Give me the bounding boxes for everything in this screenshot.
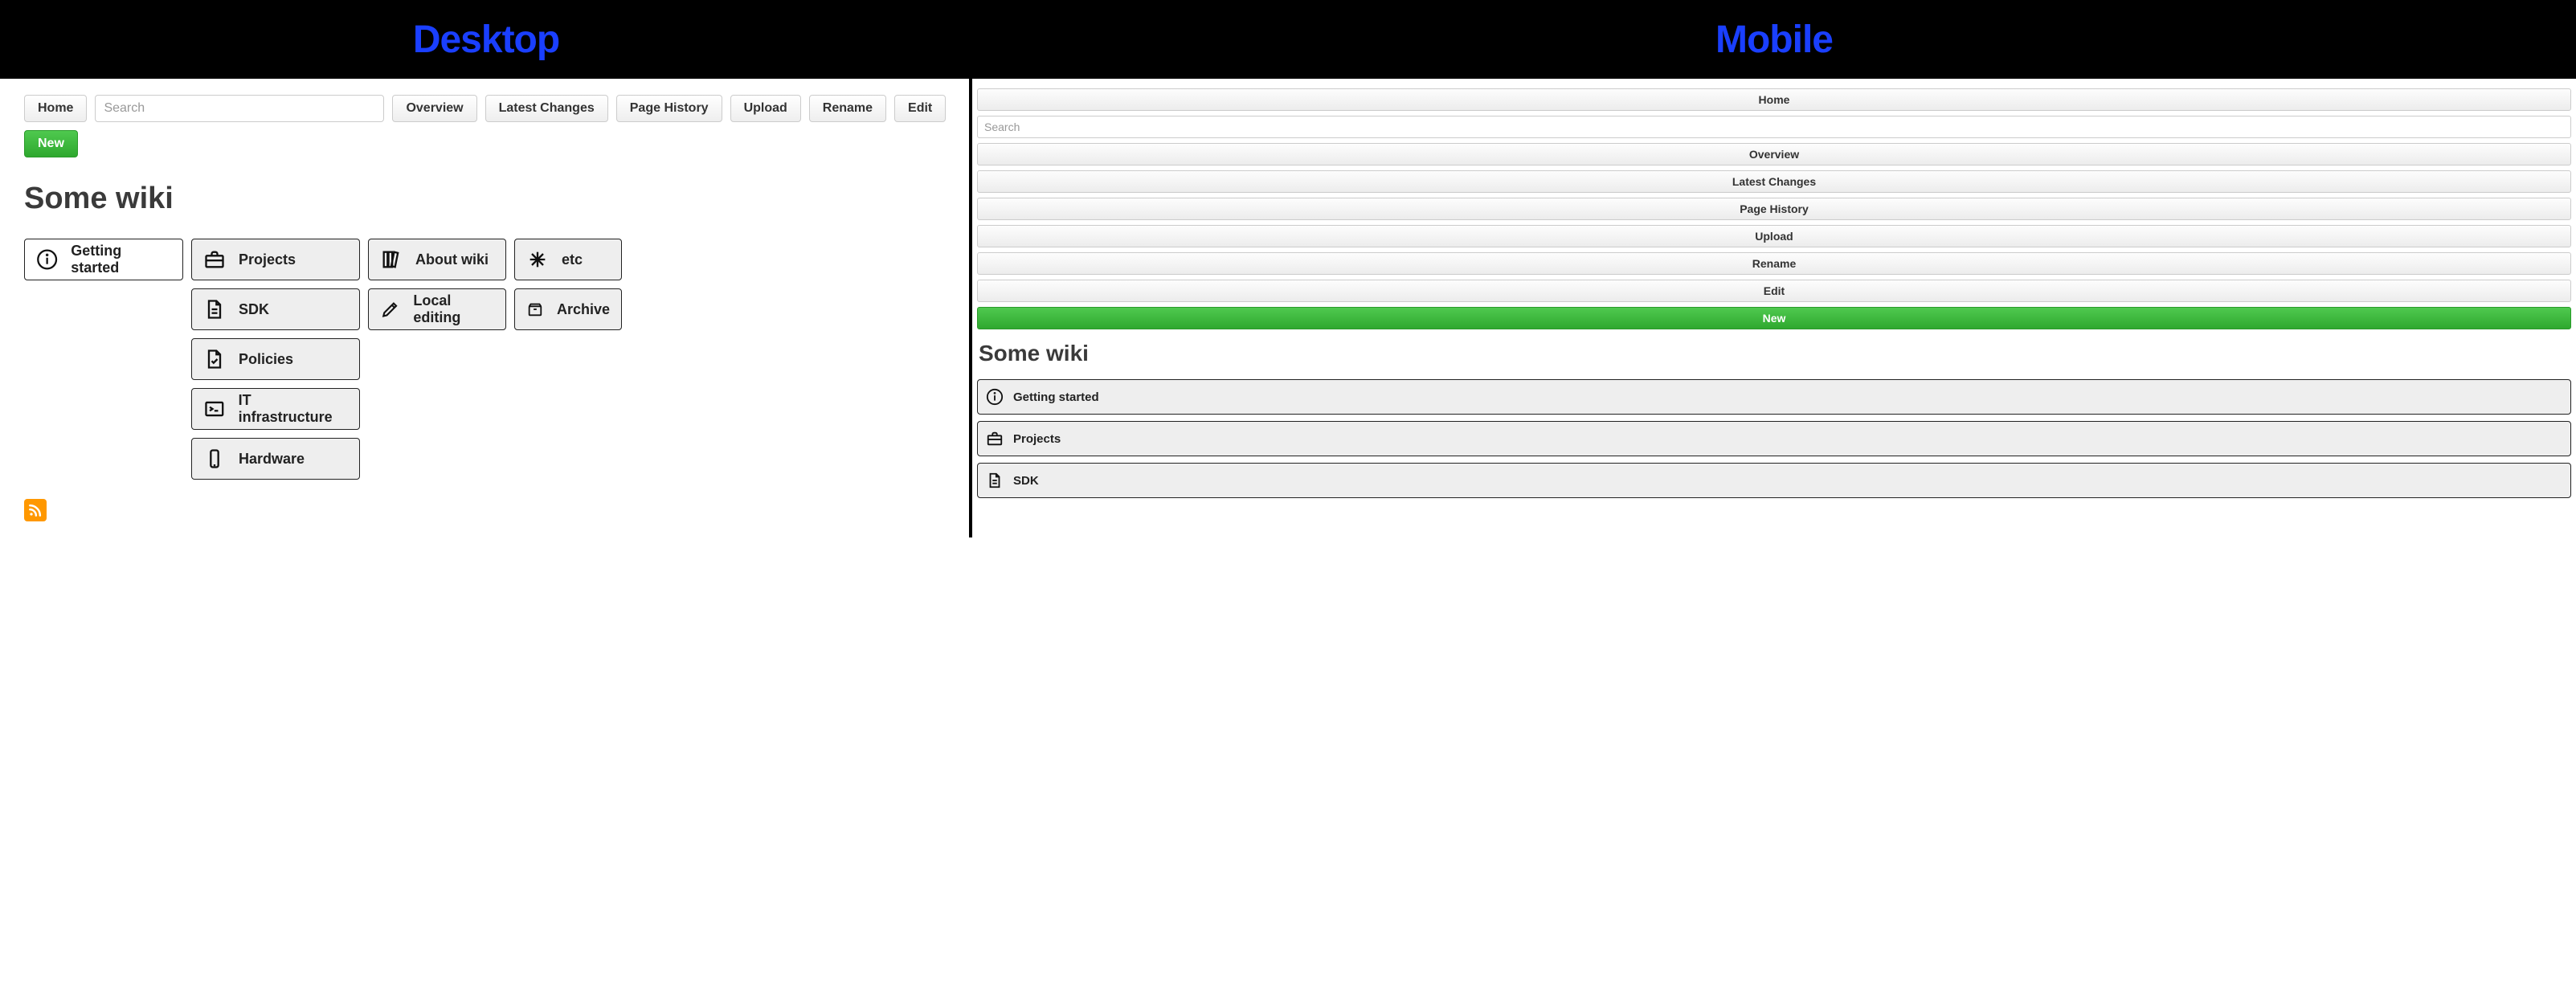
card-label: Hardware (239, 451, 305, 468)
m-page-title: Some wiki (979, 341, 2571, 366)
m-page-history-button[interactable]: Page History (977, 198, 2571, 220)
page-history-button[interactable]: Page History (616, 95, 722, 122)
toolbar: Home Overview Latest Changes Page Histor… (24, 95, 969, 157)
card-hardware[interactable]: Hardware (191, 438, 360, 480)
banner-desktop-label: Desktop (413, 18, 559, 61)
overview-button[interactable]: Overview (392, 95, 476, 122)
card-label: Policies (239, 351, 293, 368)
rename-button[interactable]: Rename (809, 95, 886, 122)
m-search-input[interactable] (977, 116, 2571, 138)
archive-box-icon (526, 298, 544, 321)
info-icon (36, 248, 58, 271)
latest-changes-button[interactable]: Latest Changes (485, 95, 608, 122)
m-home-button[interactable]: Home (977, 88, 2571, 111)
card-it-infrastructure[interactable]: IT infrastructure (191, 388, 360, 430)
page-title: Some wiki (24, 182, 969, 216)
card-label: Archive (557, 301, 610, 318)
m-upload-button[interactable]: Upload (977, 225, 2571, 247)
m-latest-changes-button[interactable]: Latest Changes (977, 170, 2571, 193)
card-archive[interactable]: Archive (514, 288, 622, 330)
card-label: Getting started (1013, 390, 1099, 404)
rss-icon[interactable] (24, 499, 47, 521)
upload-button[interactable]: Upload (730, 95, 801, 122)
card-label: SDK (239, 301, 269, 318)
info-icon (986, 388, 1004, 406)
m-new-button[interactable]: New (977, 307, 2571, 329)
card-about-wiki[interactable]: About wiki (368, 239, 506, 280)
card-label: About wiki (415, 251, 489, 268)
card-projects[interactable]: Projects (191, 239, 360, 280)
terminal-icon (203, 398, 226, 420)
asterisk-icon (526, 248, 549, 271)
file-icon (203, 298, 226, 321)
phone-icon (203, 447, 226, 470)
card-policies[interactable]: Policies (191, 338, 360, 380)
books-icon (380, 248, 403, 271)
card-sdk[interactable]: SDK (191, 288, 360, 330)
briefcase-icon (986, 430, 1004, 447)
briefcase-icon (203, 248, 226, 271)
card-label: Local editing (413, 292, 494, 326)
m-card-sdk[interactable]: SDK (977, 463, 2571, 498)
m-card-getting-started[interactable]: Getting started (977, 379, 2571, 415)
card-etc[interactable]: etc (514, 239, 622, 280)
m-overview-button[interactable]: Overview (977, 143, 2571, 166)
file-icon (986, 472, 1004, 489)
m-card-projects[interactable]: Projects (977, 421, 2571, 456)
card-label: Getting started (71, 243, 171, 276)
banner-mobile-label: Mobile (1715, 18, 1833, 61)
card-label: Projects (239, 251, 296, 268)
pencil-icon (380, 298, 400, 321)
card-label: SDK (1013, 474, 1039, 488)
search-input[interactable] (95, 95, 384, 122)
file-check-icon (203, 348, 226, 370)
m-edit-button[interactable]: Edit (977, 280, 2571, 302)
card-getting-started[interactable]: Getting started (24, 239, 183, 280)
edit-button[interactable]: Edit (894, 95, 946, 122)
card-local-editing[interactable]: Local editing (368, 288, 506, 330)
card-label: Projects (1013, 432, 1061, 446)
card-label: etc (562, 251, 583, 268)
new-button[interactable]: New (24, 130, 78, 157)
home-button[interactable]: Home (24, 95, 87, 122)
card-label: IT infrastructure (239, 392, 348, 426)
m-rename-button[interactable]: Rename (977, 252, 2571, 275)
